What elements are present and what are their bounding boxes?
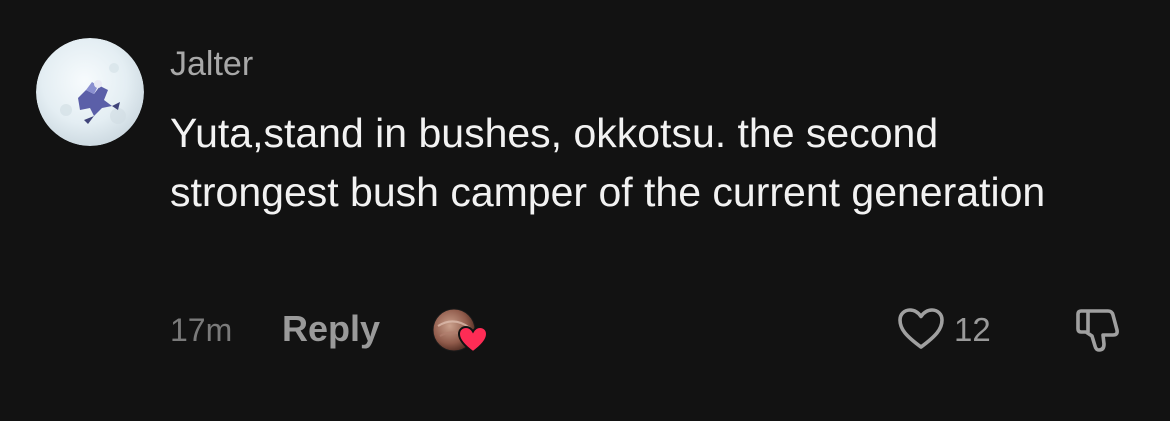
dislike-button[interactable]	[1072, 306, 1124, 354]
creator-liked-badge	[430, 306, 490, 356]
comment-footer: 17m Reply 12	[0, 300, 1170, 360]
heart-filled-icon	[458, 326, 488, 354]
comment-item: Jalter Yuta,stand in bushes, okkotsu. th…	[0, 0, 1170, 421]
reply-button[interactable]: Reply	[282, 308, 380, 350]
avatar-image	[36, 38, 144, 146]
comment-timestamp: 17m	[170, 312, 233, 348]
thumbs-down-icon	[1076, 309, 1119, 352]
comment-text: Yuta,stand in bushes, okkotsu. the secon…	[170, 110, 1046, 215]
like-button[interactable]	[896, 306, 946, 352]
like-count: 12	[954, 311, 991, 348]
heart-outline-icon	[898, 308, 944, 349]
avatar[interactable]	[36, 38, 144, 146]
comment-username[interactable]: Jalter	[170, 44, 253, 84]
